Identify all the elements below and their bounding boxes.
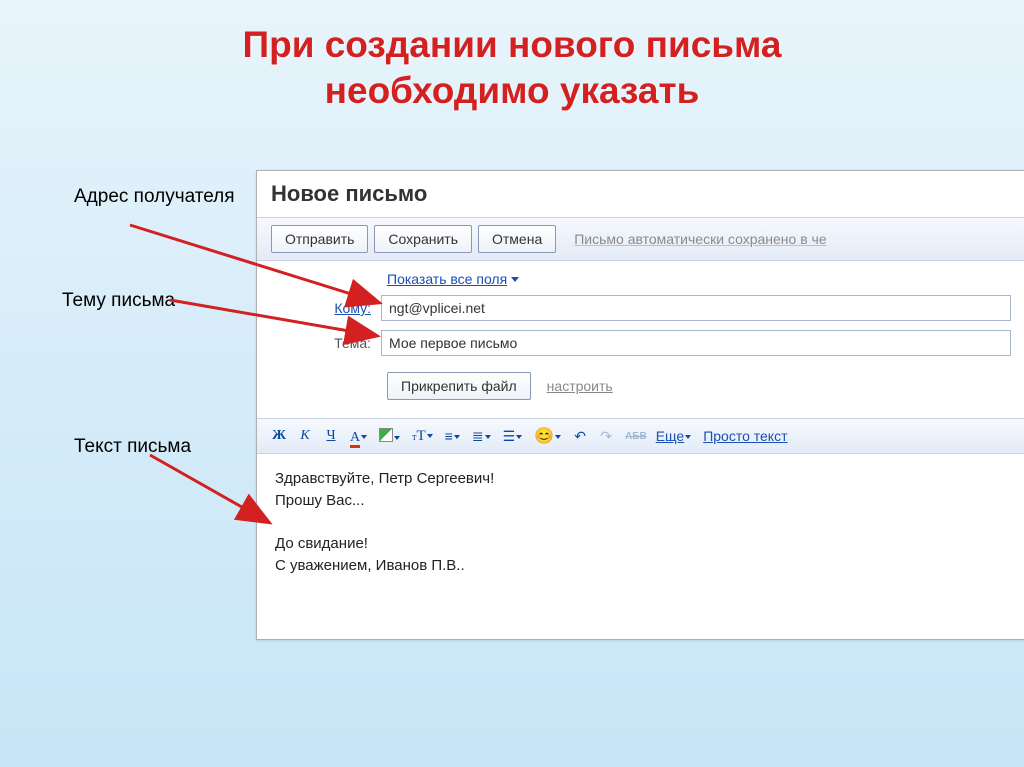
emoji-button[interactable]: 😊	[531, 425, 564, 447]
label-subject: Тему письма	[62, 290, 175, 313]
align-button[interactable]: ≡	[442, 427, 463, 445]
chevron-down-icon	[394, 436, 400, 440]
save-button[interactable]: Сохранить	[374, 225, 472, 253]
formatting-toolbar: Ж К Ч А тТ ≡ ≣ ☰ 😊 ↶ ↷ АБВ Еще Просто те…	[257, 418, 1024, 454]
chevron-down-icon	[685, 435, 691, 439]
autosave-hint: Письмо автоматически сохранено в че	[574, 231, 826, 247]
highlight-icon	[379, 428, 393, 442]
slide-title: При создании нового письма необходимо ук…	[0, 0, 1024, 145]
strike-button[interactable]: АБВ	[622, 430, 650, 443]
more-link[interactable]: Еще	[656, 428, 692, 444]
send-button[interactable]: Отправить	[271, 225, 368, 253]
to-label-link[interactable]: Кому:	[334, 300, 371, 316]
compose-title: Новое письмо	[257, 171, 1024, 217]
message-body[interactable]: Здравствуйте, Петр Сергеевич! Прошу Вас.…	[257, 454, 1024, 591]
italic-button[interactable]: К	[295, 427, 315, 445]
to-label: Кому:	[271, 300, 381, 316]
chevron-down-icon	[511, 277, 519, 282]
cancel-button[interactable]: Отмена	[478, 225, 556, 253]
fields-area: Показать все поля Кому: Тема: Прикрепить…	[257, 261, 1024, 418]
plain-text-link[interactable]: Просто текст	[703, 428, 787, 444]
to-input[interactable]	[381, 295, 1011, 321]
subject-label: Тема:	[271, 335, 381, 351]
configure-link[interactable]: настроить	[547, 378, 613, 394]
chevron-down-icon	[361, 435, 367, 439]
attach-row: Прикрепить файл настроить	[387, 365, 1011, 410]
chevron-down-icon	[555, 435, 561, 439]
subject-row: Тема:	[271, 330, 1011, 356]
compose-window: Новое письмо Отправить Сохранить Отмена …	[256, 170, 1024, 640]
compose-toolbar: Отправить Сохранить Отмена Письмо автома…	[257, 217, 1024, 261]
highlight-button[interactable]	[376, 427, 403, 446]
subject-input[interactable]	[381, 330, 1011, 356]
chevron-down-icon	[454, 435, 460, 439]
font-size-button[interactable]: тТ	[409, 427, 436, 446]
attach-file-button[interactable]: Прикрепить файл	[387, 372, 531, 400]
to-row: Кому:	[271, 295, 1011, 321]
label-body: Текст письма	[74, 436, 191, 459]
chevron-down-icon	[485, 435, 491, 439]
chevron-down-icon	[516, 435, 522, 439]
list-button[interactable]: ☰	[500, 427, 526, 446]
show-all-fields-row: Показать все поля	[387, 271, 1011, 287]
redo-button[interactable]: ↷	[596, 427, 616, 446]
chevron-down-icon	[427, 434, 433, 438]
undo-button[interactable]: ↶	[570, 427, 590, 446]
label-recipient: Адрес получателя	[74, 186, 235, 209]
slide-title-line1: При создании нового письма	[243, 24, 782, 65]
bold-button[interactable]: Ж	[269, 427, 289, 445]
font-color-button[interactable]: А	[347, 427, 370, 445]
slide-title-line2: необходимо указать	[325, 70, 700, 111]
indent-button[interactable]: ≣	[469, 427, 494, 446]
show-all-fields-link[interactable]: Показать все поля	[387, 271, 507, 287]
underline-button[interactable]: Ч	[321, 427, 341, 445]
